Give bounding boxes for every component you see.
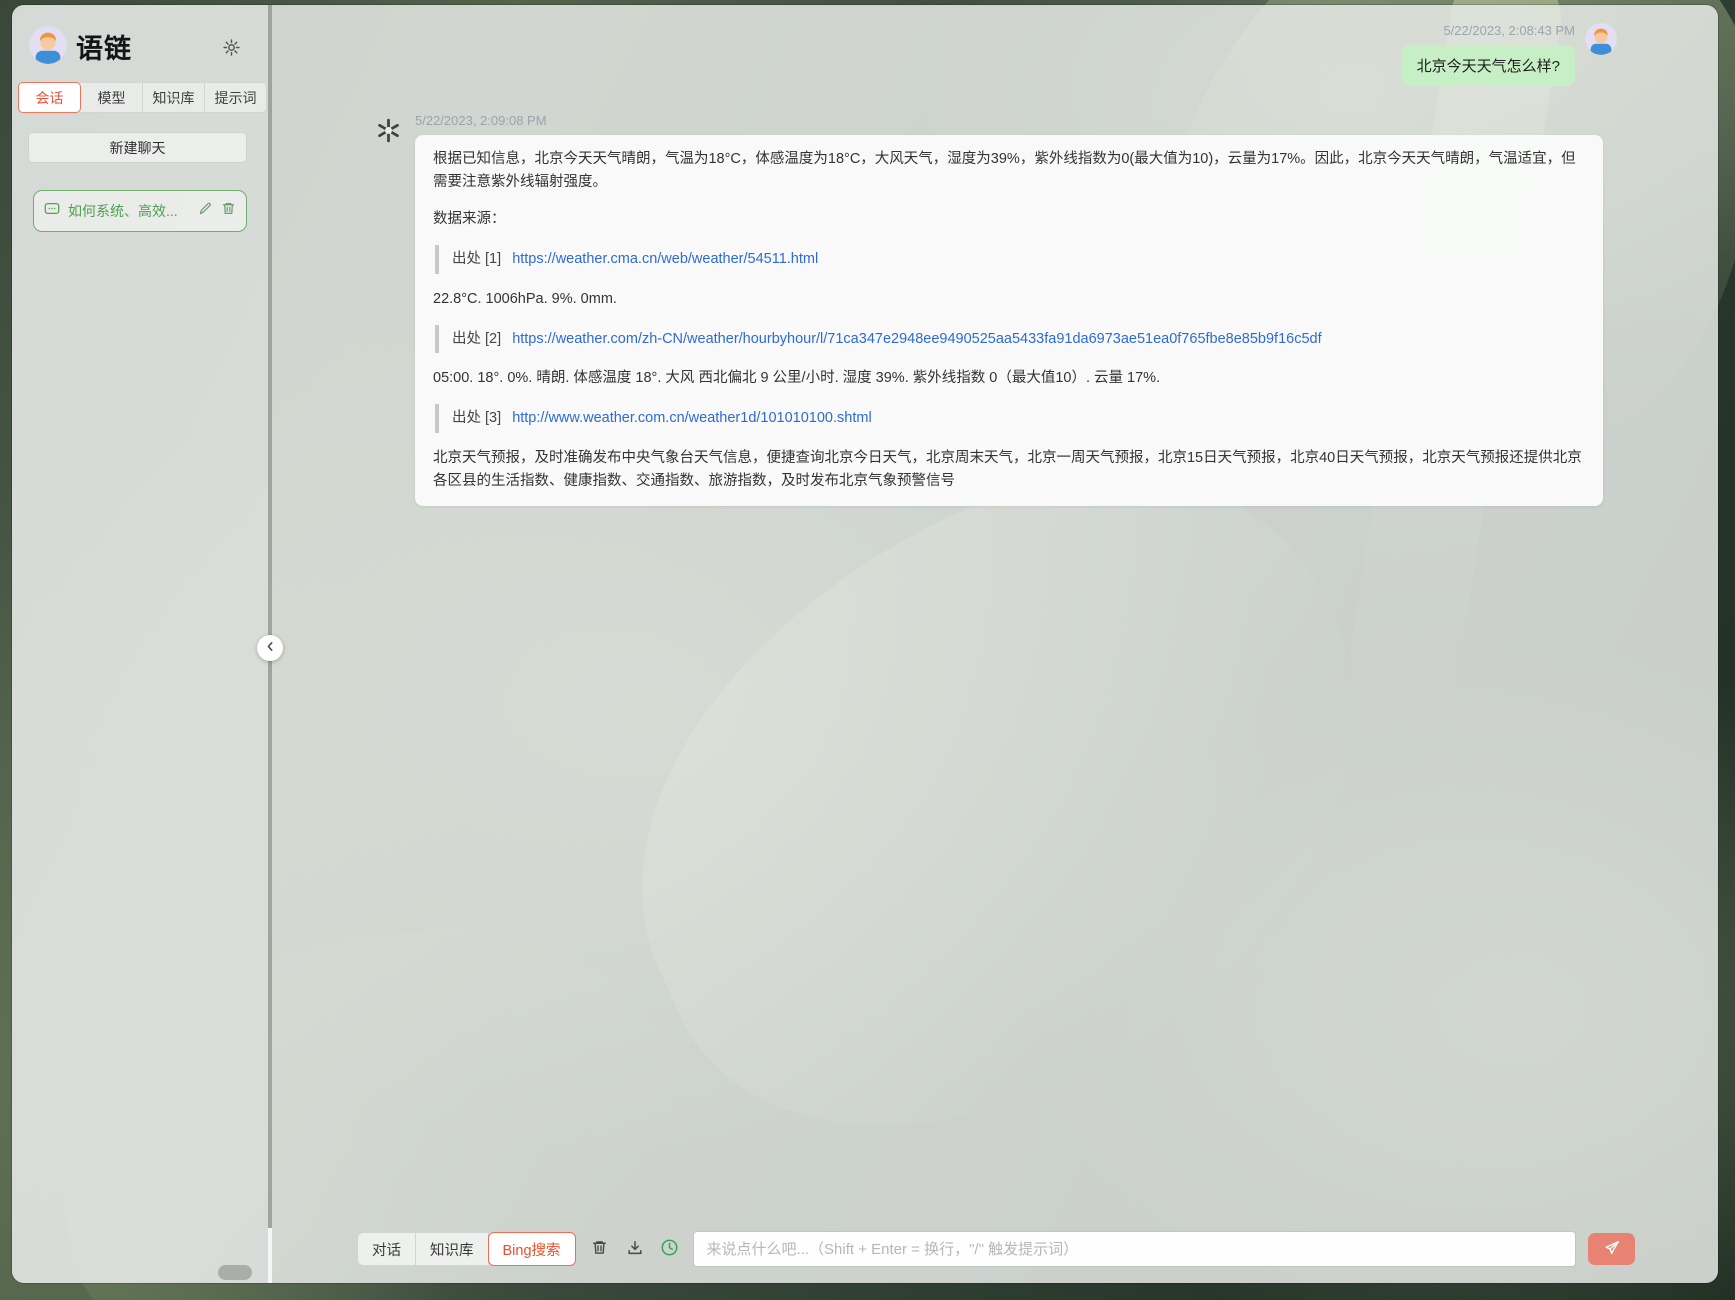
tab-knowledge-base[interactable]: 知识库 [143, 83, 205, 112]
citation-label: 出处 [1] [452, 250, 502, 267]
export-button[interactable] [624, 1238, 646, 1260]
edit-icon[interactable] [198, 201, 213, 221]
user-message-row: 5/22/2023, 2:08:43 PM 北京今天天气怎么样? [1401, 23, 1617, 86]
paper-plane-icon [1603, 1239, 1621, 1260]
chat-list-item[interactable]: 如何系统、高效... [33, 190, 247, 232]
user-message-bubble: 北京今天天气怎么样? [1401, 45, 1575, 86]
citation-link[interactable]: http://www.weather.com.cn/weather1d/1010… [512, 410, 871, 426]
assistant-message-bubble: 根据已知信息，北京今天天气晴朗，气温为18°C，体感温度为18°C，大风天气，湿… [415, 135, 1603, 507]
message-input[interactable] [693, 1232, 1575, 1266]
history-button[interactable] [659, 1238, 681, 1260]
citation-3: 出处 [3] http://www.weather.com.cn/weather… [435, 404, 1585, 434]
citation-note: 22.8°C. 1006hPa. 9%. 0mm. [433, 290, 617, 307]
new-chat-button[interactable]: 新建聊天 [28, 132, 247, 163]
mode-knowledge-base[interactable]: 知识库 [416, 1233, 489, 1265]
delete-icon[interactable] [221, 201, 236, 221]
tab-conversations[interactable]: 会话 [18, 82, 81, 113]
app-title: 语链 [76, 34, 132, 64]
sidebar-tabs: 会话 模型 知识库 提示词 [18, 82, 267, 113]
history-clock-icon [660, 1238, 679, 1260]
citation-label: 出处 [3] [452, 410, 502, 427]
citation-note: 05:00. 18°. 0%. 晴朗. 体感温度 18°. 大风 西北偏北 9 … [433, 370, 1161, 387]
tab-models[interactable]: 模型 [81, 83, 143, 112]
sidebar-scrollbar-thumb[interactable] [218, 1265, 252, 1280]
chat-bubble-icon [44, 201, 60, 222]
citation-link[interactable]: https://weather.com/zh-CN/weather/hourby… [512, 331, 1321, 347]
citation-link[interactable]: https://weather.cma.cn/web/weather/54511… [512, 251, 818, 267]
settings-gear-icon[interactable] [222, 38, 241, 57]
citation-note: 北京天气预报，及时准确发布中央气象台天气信息，便捷查询北京今日天气，北京周末天气… [433, 450, 1582, 490]
openai-logo-icon [375, 117, 402, 144]
mode-bing-search[interactable]: Bing搜索 [487, 1232, 576, 1266]
composer: 对话 知识库 Bing搜索 [357, 1232, 1635, 1266]
sidebar: 语链 会话 模型 知识库 提示词 新建聊天 如何系统、高效... [12, 5, 268, 1283]
mode-chat[interactable]: 对话 [358, 1233, 416, 1265]
assistant-paragraph: 根据已知信息，北京今天天气晴朗，气温为18°C，体感温度为18°C，大风天气，湿… [433, 151, 1576, 190]
chat-area: 5/22/2023, 2:08:43 PM 北京今天天气怎么样? 5/22/20… [272, 5, 1718, 1283]
assistant-message-timestamp: 5/22/2023, 2:09:08 PM [415, 113, 547, 128]
user-message-timestamp: 5/22/2023, 2:08:43 PM [1443, 23, 1575, 38]
tab-prompts[interactable]: 提示词 [205, 83, 266, 112]
send-button[interactable] [1588, 1233, 1635, 1265]
citation-label: 出处 [2] [452, 330, 502, 347]
app-avatar [29, 26, 67, 64]
download-icon [626, 1239, 644, 1260]
assistant-message-row: 5/22/2023, 2:09:08 PM 根据已知信息，北京今天天气晴朗，气温… [375, 113, 1603, 507]
citation-2: 出处 [2] https://weather.com/zh-CN/weather… [435, 324, 1585, 354]
screen: 语链 会话 模型 知识库 提示词 新建聊天 如何系统、高效... 5/22/20… [0, 0, 1735, 1300]
sources-label: 数据来源： [433, 210, 506, 227]
app-window: 语链 会话 模型 知识库 提示词 新建聊天 如何系统、高效... 5/22/20… [12, 5, 1718, 1283]
trash-icon [591, 1239, 608, 1259]
chat-item-title: 如何系统、高效... [68, 203, 178, 219]
user-avatar [1585, 23, 1617, 55]
composer-mode-switch: 对话 知识库 Bing搜索 [357, 1232, 576, 1266]
clear-conversation-button[interactable] [589, 1238, 611, 1260]
citation-1: 出处 [1] https://weather.cma.cn/web/weathe… [435, 244, 1585, 274]
